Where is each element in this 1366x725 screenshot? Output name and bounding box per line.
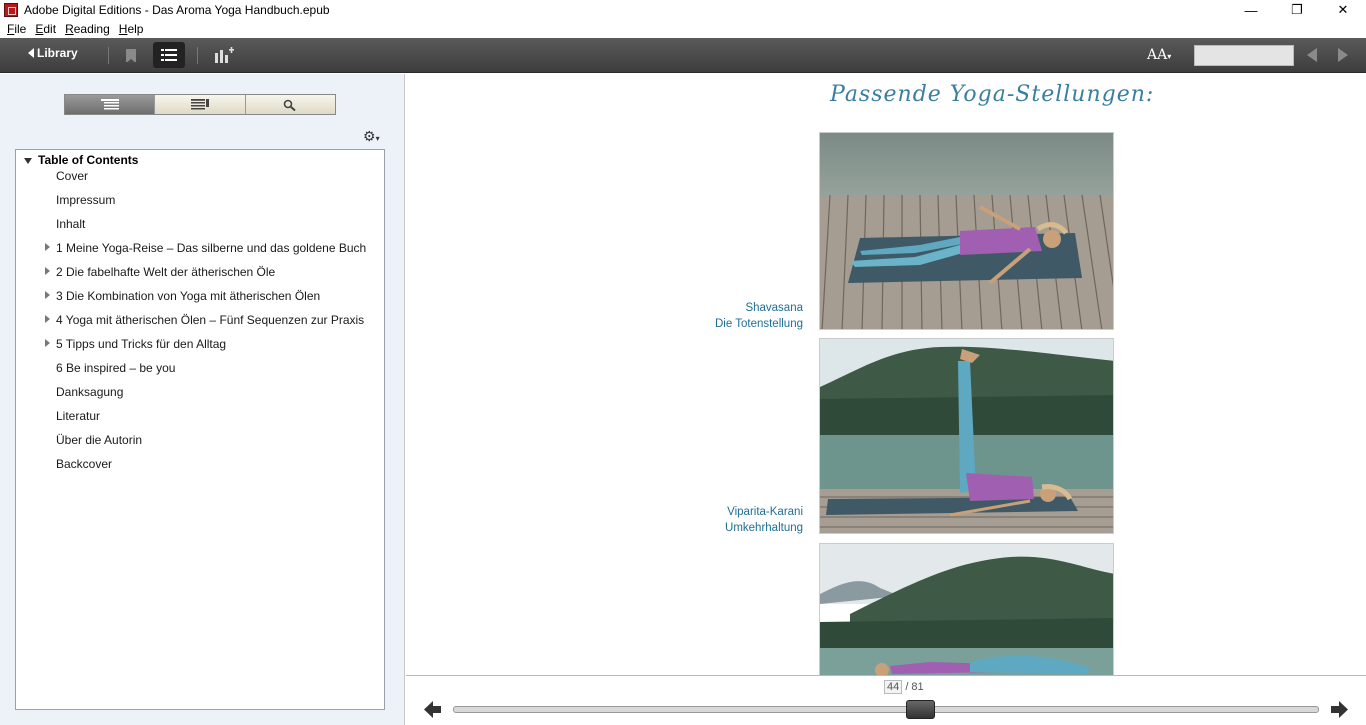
page-scrubber-track[interactable] [453,706,1319,713]
toolbar: Library AA▾ [0,38,1366,73]
page-scrubber-thumb[interactable] [906,700,936,719]
previous-page-arrow-icon[interactable] [424,701,441,718]
toc-item-label: 3 Die Kombination von Yoga mit ätherisch… [56,289,321,303]
toc-item[interactable]: 6 Be inspired – be you [16,361,384,385]
reading-pane[interactable]: Passende Yoga-Stellungen: Shavasana Die … [406,74,1366,676]
menu-reading[interactable]: Reading [65,22,110,36]
toolbar-separator [197,47,198,64]
toc-item[interactable]: Impressum [16,193,384,217]
toc-toggle-button[interactable] [153,42,185,68]
toc-item[interactable]: 2 Die fabelhafte Welt der ätherischen Öl… [16,265,384,289]
toc-item-label: Inhalt [56,217,86,231]
tab-table-of-contents[interactable] [65,95,156,114]
toc-item[interactable]: Danksagung [16,385,384,409]
pose-subtitle: Umkehrhaltung [725,522,803,534]
collapse-triangle-icon[interactable] [24,157,32,164]
page-navigation-bar: 44 / 81 [406,676,1366,725]
adobe-digital-editions-icon [4,3,18,17]
next-page-arrow-icon[interactable] [1331,701,1348,718]
tab-search[interactable] [245,95,335,114]
search-icon [284,99,296,111]
page-heading: Passende Yoga-Stellungen: [830,82,1155,107]
pose-caption-viparita-karani: Viparita-Karani Umkehrhaltung [725,504,803,536]
window-controls: — ❐ ✕ [1228,0,1366,20]
toc-item[interactable]: 1 Meine Yoga-Reise – Das silberne und da… [16,241,384,265]
tab-bookmarks[interactable] [155,95,246,114]
pose-name: Viparita-Karani [727,506,803,518]
current-page-number[interactable]: 44 [884,680,903,694]
title-bar: Adobe Digital Editions - Das Aroma Yoga … [0,0,1366,20]
total-pages: / 81 [905,681,924,693]
library-label: Library [37,46,78,60]
toc-item-label: Cover [56,169,89,183]
toc-item-label: Danksagung [56,385,124,399]
gear-icon[interactable]: ⚙▾ [363,128,380,145]
toc-item[interactable]: 4 Yoga mit ätherischen Ölen – Fünf Seque… [16,313,384,337]
viparita-karani-photo [819,338,1114,534]
toc-item-label: 4 Yoga mit ätherischen Ölen – Fünf Seque… [56,313,365,327]
toc-item[interactable]: 3 Die Kombination von Yoga mit ätherisch… [16,289,384,313]
toc-item-label: Backcover [56,457,113,471]
library-button[interactable]: Library [28,46,78,60]
toc-title: Table of Contents [38,153,139,167]
toc-item[interactable]: Über die Autorin [16,433,384,457]
toc-item-label: 5 Tipps und Tricks für den Alltag [56,337,227,351]
list-icon [161,49,177,61]
toc-item[interactable]: Cover [16,169,384,193]
toc-item[interactable]: 5 Tipps und Tricks für den Alltag [16,337,384,361]
page-go-input[interactable] [1194,45,1294,66]
toc-item[interactable]: Backcover [16,457,384,481]
pose-subtitle: Die Totenstellung [714,318,803,330]
pose-name: Shavasana [745,302,803,314]
lying-pose-photo [819,543,1114,676]
next-page-icon[interactable] [1338,48,1348,62]
expand-triangle-icon[interactable] [45,243,50,251]
toc-item[interactable]: Literatur [16,409,384,433]
menu-file[interactable]: File [7,22,26,36]
menu-bar: File Edit Reading Help [0,20,1366,38]
toc-item-label: 1 Meine Yoga-Reise – Das silberne und da… [56,241,367,255]
expand-triangle-icon[interactable] [45,291,50,299]
expand-triangle-icon[interactable] [45,339,50,347]
menu-help[interactable]: Help [119,22,144,36]
toc-icon [100,99,119,110]
expand-triangle-icon[interactable] [45,315,50,323]
toc-item[interactable]: Inhalt [16,217,384,241]
toc-item-label: Literatur [56,409,101,423]
add-chart-icon[interactable] [214,47,234,63]
menu-edit[interactable]: Edit [35,22,56,36]
shavasana-photo [819,132,1114,330]
sidebar: ⚙▾ Table of Contents Cover Impressum Inhal… [0,74,405,725]
back-triangle-icon [28,48,34,58]
previous-page-icon[interactable] [1307,48,1317,62]
page-indicator: 44 / 81 [884,680,924,694]
toc-item-label: 6 Be inspired – be you [56,361,176,375]
restore-button[interactable]: ❐ [1274,0,1320,20]
font-size-button[interactable]: AA▾ [1147,47,1171,63]
window-title: Adobe Digital Editions - Das Aroma Yoga … [24,3,330,17]
toc-list: Cover Impressum Inhalt 1 Meine Yoga-Reise –… [16,169,384,481]
toc-root[interactable]: Table of Contents [24,153,138,167]
pose-caption-shavasana: Shavasana Die Totenstellung [715,300,803,332]
bookmark-list-icon [190,99,209,110]
sidebar-tabs [64,94,336,115]
toc-item-label: Impressum [56,193,116,207]
bookmark-icon[interactable] [126,49,136,63]
expand-triangle-icon[interactable] [45,267,50,275]
toc-tree: Table of Contents Cover Impressum Inhalt 1 … [15,149,385,710]
close-button[interactable]: ✕ [1320,0,1366,20]
toolbar-separator [108,47,109,64]
minimize-button[interactable]: — [1228,0,1274,20]
toc-item-label: 2 Die fabelhafte Welt der ätherischen Öl… [56,265,276,279]
toc-item-label: Über die Autorin [56,433,143,447]
